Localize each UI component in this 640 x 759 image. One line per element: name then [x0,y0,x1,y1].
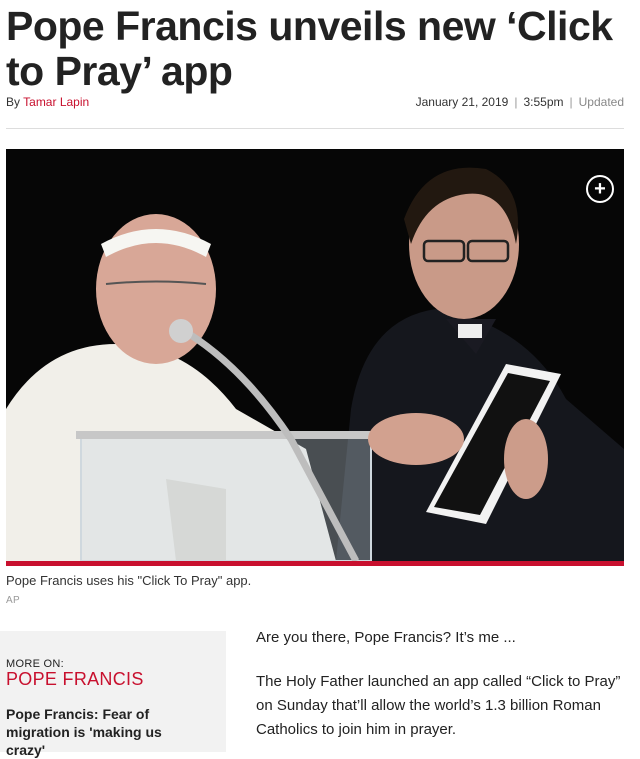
plus-circle-icon: + [594,178,606,200]
photo-illustration [6,149,624,561]
photo-credit: AP [6,595,20,606]
meta-separator: | [569,95,573,109]
meta-separator: | [514,95,518,109]
photo-caption: Pope Francis uses his "Click To Pray" ap… [6,573,252,588]
updated-label[interactable]: Updated [579,95,624,109]
byline: By Tamar Lapin [6,95,89,109]
author-link[interactable]: Tamar Lapin [23,95,89,109]
publish-meta: January 21, 2019 | 3:55pm | Updated [416,95,624,109]
related-story-link[interactable]: Pope Francis: Fear of migration is 'maki… [6,705,196,759]
article-paragraph: Are you there, Pope Francis? It’s me ... [256,629,516,646]
expand-photo-button[interactable]: + [586,175,614,203]
publish-time: 3:55pm [523,95,564,109]
headline: Pope Francis unveils new ‘Click to Pray’… [6,3,613,94]
article-photo[interactable]: + [6,149,624,561]
publish-date: January 21, 2019 [415,95,509,109]
photo-accent-bar [6,561,624,566]
more-on-box: MORE ON: POPE FRANCIS Pope Francis: Fear… [0,631,226,758]
article-paragraph: The Holy Father launched an app called “… [256,673,621,738]
more-on-topic-link[interactable]: POPE FRANCIS [6,669,144,690]
byline-prefix: By [6,95,21,109]
header-divider [6,128,624,129]
